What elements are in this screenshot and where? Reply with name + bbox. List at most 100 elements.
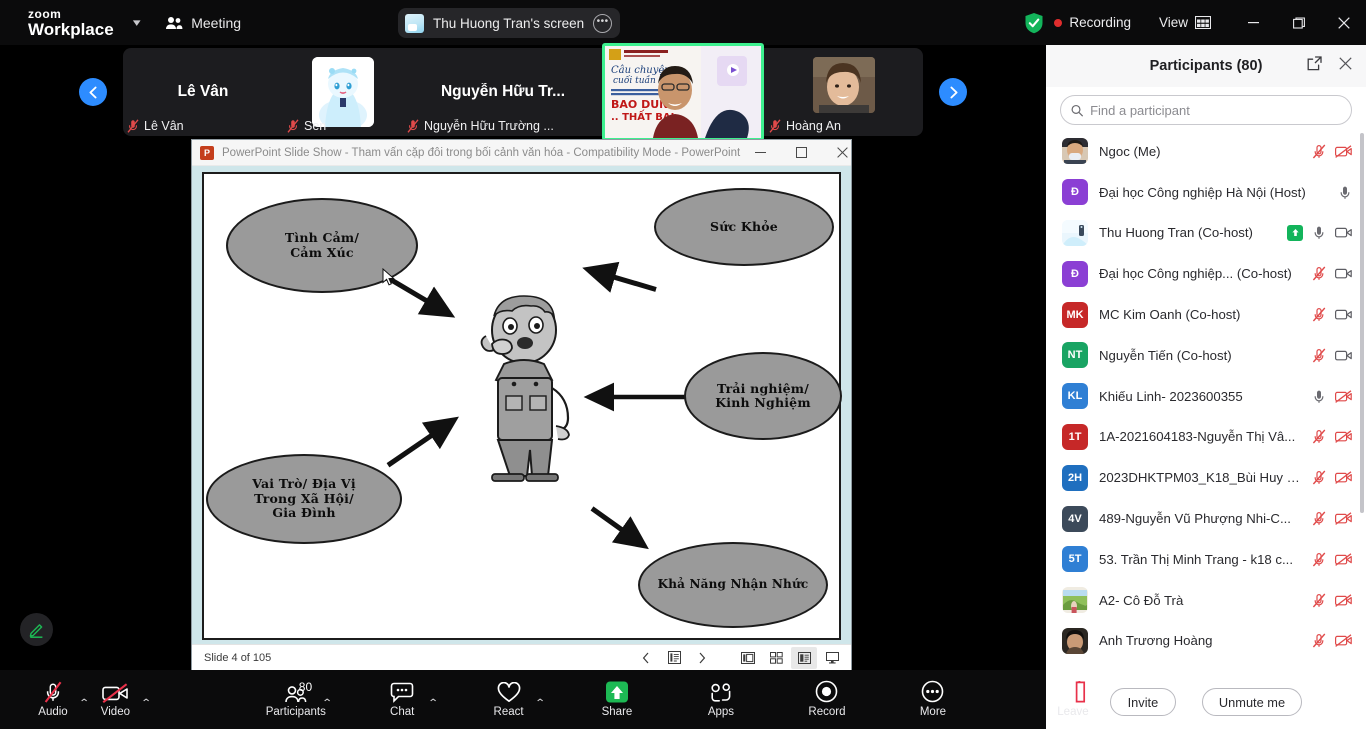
leave-door-icon: [1063, 681, 1086, 703]
mic-on-icon[interactable]: [1312, 389, 1326, 404]
toolbar-record-button[interactable]: Record: [800, 670, 854, 729]
camera-off-icon[interactable]: [1335, 145, 1352, 158]
security-shield-icon[interactable]: [1024, 12, 1044, 34]
mic-off-icon[interactable]: [1312, 348, 1326, 363]
toolbar-share-button[interactable]: Share: [590, 670, 644, 729]
camera-off-icon[interactable]: [1335, 471, 1352, 485]
mic-off-icon[interactable]: [1312, 429, 1326, 444]
minimize-button[interactable]: [1231, 0, 1276, 45]
search-input[interactable]: [1090, 102, 1341, 118]
slide-sorter-button[interactable]: [763, 647, 789, 669]
camera-on-icon[interactable]: [1335, 349, 1352, 362]
normal-view-button[interactable]: [735, 647, 761, 669]
next-slide-button[interactable]: [689, 647, 715, 669]
powerpoint-close-button[interactable]: [822, 140, 863, 166]
more-options-icon[interactable]: •••: [593, 13, 613, 33]
toolbar-more-button[interactable]: More: [906, 670, 960, 729]
thumb-badge-name: Lê Vân: [144, 119, 184, 133]
maximize-button[interactable]: [1276, 0, 1321, 45]
toolbar-chat-button[interactable]: Chat: [375, 670, 429, 729]
participant-row[interactable]: NT Nguyễn Tiến (Co-host): [1046, 335, 1366, 376]
unmute-me-button[interactable]: Unmute me: [1201, 688, 1303, 716]
participant-row[interactable]: A2- Cô Đỗ Trà: [1046, 580, 1366, 621]
mic-off-icon[interactable]: [1312, 552, 1326, 567]
participant-search-box[interactable]: [1060, 95, 1352, 125]
camera-off-icon[interactable]: [1335, 389, 1352, 403]
slide-canvas[interactable]: Tình Cảm/ Cảm Xúc Sức Khỏe Trải nghiệm/ …: [202, 172, 842, 640]
slideshow-button[interactable]: [819, 647, 845, 669]
participant-row[interactable]: 5T 53. Trần Thị Minh Trang - k18 c...: [1046, 539, 1366, 580]
notes-button[interactable]: [661, 647, 687, 669]
mic-off-icon[interactable]: [1312, 266, 1326, 281]
avatar-photo: [1062, 627, 1088, 654]
toolbar-react-button[interactable]: React: [482, 670, 536, 729]
mic-off-icon[interactable]: [1312, 593, 1326, 608]
toolbar-video-button[interactable]: Video: [88, 670, 142, 729]
mic-off-icon: [407, 119, 419, 133]
mic-on-icon[interactable]: [1312, 225, 1326, 240]
mic-off-icon[interactable]: [1312, 144, 1326, 159]
thumb-tile-le-van[interactable]: Lê Vân Lê Vân: [123, 48, 283, 136]
mic-on-icon[interactable]: [1338, 185, 1352, 200]
chevron-up-icon[interactable]: ⌃: [534, 698, 545, 709]
participant-row[interactable]: MK MC Kim Oanh (Co-host): [1046, 294, 1366, 335]
invite-button[interactable]: Invite: [1109, 688, 1176, 716]
thumb-tile-nguyen-huu-truong[interactable]: Nguyễn Hữu Tr... Nguyễn Hữu Trường ...: [403, 48, 603, 136]
chevron-up-icon[interactable]: ⌃: [141, 698, 152, 709]
meeting-tab[interactable]: Meeting: [165, 15, 241, 31]
oval-trai-nghiem[interactable]: Trải nghiệm/ Kinh Nghiệm: [684, 352, 842, 440]
participant-row[interactable]: 2H 2023DHKTPM03_K18_Bùi Huy H...: [1046, 457, 1366, 498]
participant-row[interactable]: KL Khiếu Linh- 2023600355: [1046, 376, 1366, 417]
participant-row[interactable]: Thu Huong Tran (Co-host): [1046, 213, 1366, 254]
camera-on-icon[interactable]: [1335, 308, 1352, 321]
toolbar-leave-button[interactable]: Leave: [1046, 670, 1100, 729]
participants-list[interactable]: Ngoc (Me) Đ Đại học Công nghiệp Hà Nội (H…: [1046, 131, 1366, 675]
recording-indicator[interactable]: Recording: [1054, 15, 1131, 30]
participants-scrollbar[interactable]: [1360, 133, 1364, 513]
toolbar-audio-button[interactable]: Audio: [26, 670, 80, 729]
chevron-up-icon[interactable]: ⌃: [428, 698, 439, 709]
camera-on-icon[interactable]: [1335, 267, 1352, 280]
powerpoint-maximize-button[interactable]: [781, 140, 822, 166]
camera-off-icon[interactable]: [1335, 593, 1352, 607]
mic-off-icon[interactable]: [1312, 470, 1326, 485]
close-panel-button[interactable]: [1339, 57, 1352, 75]
thumb-name-badge: Sen: [287, 119, 326, 133]
powerpoint-minimize-button[interactable]: [740, 140, 781, 166]
participant-row[interactable]: 1T 1A-2021604183-Nguyễn Thị Vâ...: [1046, 417, 1366, 458]
toolbar-apps-button[interactable]: Apps: [694, 670, 748, 729]
oval-vai-tro[interactable]: Vai Trò/ Địa Vị Trong Xã Hội/ Gia Đình: [206, 454, 402, 544]
app-title-bar: zoom Workplace ▾ Meeting Thu Huong Tran'…: [0, 0, 1366, 45]
screen-share-indicator[interactable]: Thu Huong Tran's screen •••: [398, 8, 621, 38]
previous-slide-button[interactable]: [633, 647, 659, 669]
oval-suc-khoe[interactable]: Sức Khỏe: [654, 188, 834, 266]
toolbar-participants-button[interactable]: Participants 80: [266, 670, 326, 729]
thumbstrip-next-button[interactable]: [939, 78, 967, 106]
participant-row[interactable]: Ngoc (Me): [1046, 131, 1366, 172]
participant-row[interactable]: 4V 489-Nguyễn Vũ Phượng Nhi-C...: [1046, 498, 1366, 539]
camera-on-icon[interactable]: [1335, 226, 1352, 239]
participant-row[interactable]: Đ Đại học Công nghiệp Hà Nội (Host): [1046, 172, 1366, 213]
thumb-tile-active-thu-huong-tran[interactable]: Câu chuyện cuối tuần BAO DUNG .. THẤT BẠ…: [602, 43, 764, 141]
camera-off-icon[interactable]: [1335, 512, 1352, 525]
annotate-button[interactable]: [20, 613, 53, 646]
mic-off-icon[interactable]: [1312, 307, 1326, 322]
participant-row[interactable]: Đ Đại học Công nghiệp... (Co-host): [1046, 253, 1366, 294]
thumb-display-name: Nguyễn Hữu Tr...: [440, 83, 566, 100]
oval-kha-nang[interactable]: Khả Năng Nhận Nhức: [638, 542, 828, 628]
close-button[interactable]: [1321, 0, 1366, 45]
reading-view-button[interactable]: [791, 646, 817, 669]
camera-off-icon[interactable]: [1335, 553, 1352, 566]
thumb-tile-sen[interactable]: Sen: [283, 48, 403, 136]
view-button[interactable]: View: [1159, 15, 1211, 30]
camera-off-icon[interactable]: [1335, 430, 1352, 444]
camera-off-icon[interactable]: [1335, 634, 1352, 648]
participant-row[interactable]: Anh Trương Hoàng: [1046, 621, 1366, 662]
chevron-up-icon[interactable]: ⌃: [321, 698, 332, 709]
chevron-down-icon[interactable]: ▾: [133, 16, 141, 29]
thumbstrip-prev-button[interactable]: [79, 78, 107, 106]
mic-off-icon[interactable]: [1312, 511, 1326, 526]
mic-off-icon[interactable]: [1312, 633, 1326, 648]
popout-panel-button[interactable]: [1307, 56, 1322, 76]
thumb-tile-hoang-an[interactable]: Hoàng An: [765, 48, 923, 136]
